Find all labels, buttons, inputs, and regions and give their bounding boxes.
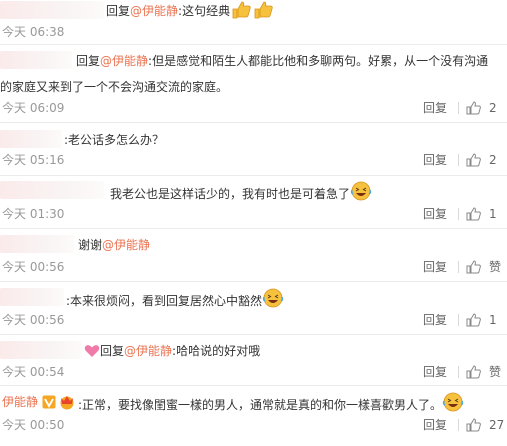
reply-button[interactable]: 回复 bbox=[423, 205, 447, 223]
thumbs-up-emoji bbox=[230, 1, 252, 25]
reply-button[interactable]: 回复 bbox=[423, 311, 447, 329]
laughing-face-emoji bbox=[350, 181, 372, 207]
laughing-face-emoji bbox=[442, 392, 464, 418]
divider bbox=[458, 366, 459, 378]
divider bbox=[458, 154, 459, 166]
like-label: 赞 bbox=[489, 260, 502, 274]
comment-text: :老公话多怎么办？ bbox=[64, 133, 165, 147]
reply-button[interactable]: 回复 bbox=[423, 258, 447, 276]
comment-item: :老公话多怎么办？ 今天 05:16 回复 2 bbox=[0, 123, 507, 175]
reply-button[interactable]: 回复 bbox=[423, 416, 447, 434]
reply-prefix: 回复 bbox=[76, 54, 101, 68]
reply-prefix: 回复 bbox=[106, 4, 131, 18]
like-button[interactable]: 赞 bbox=[466, 363, 506, 381]
like-count: 1 bbox=[489, 313, 497, 327]
divider bbox=[458, 102, 459, 114]
comment-item: 回复@伊能静:这句经典 今天 06:38 bbox=[0, 0, 507, 42]
comment-text-continued: 的家庭又来到了一个不会沟通交流的家庭。 bbox=[0, 80, 229, 94]
mention-link[interactable]: @伊能静 bbox=[102, 238, 150, 252]
mention-link[interactable]: @伊能静 bbox=[100, 54, 148, 68]
like-count: 1 bbox=[489, 207, 497, 221]
divider bbox=[458, 208, 459, 220]
thumbs-up-emoji bbox=[252, 1, 274, 25]
comment-text: 谢谢 bbox=[78, 238, 103, 252]
author-name[interactable]: 伊能静 bbox=[2, 392, 38, 412]
comment-item: :本来很烦闷，看到回复居然心中豁然 今天 00:56 回复 1 bbox=[0, 282, 507, 334]
like-count: 27 bbox=[489, 418, 505, 432]
like-button[interactable]: 27 bbox=[466, 416, 506, 434]
blurred-username bbox=[0, 1, 104, 19]
like-count: 2 bbox=[489, 101, 497, 115]
like-label: 赞 bbox=[489, 365, 502, 379]
thumbs-up-icon bbox=[466, 207, 481, 221]
blurred-username bbox=[0, 235, 74, 253]
blurred-username bbox=[0, 51, 72, 69]
comment-text: :哈哈说的好对哦 bbox=[172, 344, 261, 358]
comment-time: 今天 00:54 bbox=[2, 365, 65, 379]
divider bbox=[458, 419, 459, 431]
comment-item: 回复@伊能静:但是感觉和陌生人都能比他和多聊两句。好累，从一个没有沟通 的家庭又… bbox=[0, 45, 507, 122]
blurred-username bbox=[0, 130, 62, 148]
thumbs-up-icon bbox=[466, 101, 481, 115]
comment-time: 今天 05:16 bbox=[2, 153, 65, 167]
comment-time: 今天 00:56 bbox=[2, 313, 65, 327]
blurred-username bbox=[0, 181, 104, 199]
like-button[interactable]: 1 bbox=[466, 205, 506, 223]
vip-crown-icon bbox=[58, 394, 76, 416]
comment-time: 今天 01:30 bbox=[2, 207, 65, 221]
reply-button[interactable]: 回复 bbox=[423, 151, 447, 169]
mention-link[interactable]: @伊能静 bbox=[124, 344, 172, 358]
comment-time: 今天 06:38 bbox=[2, 25, 65, 39]
comment-item: 我老公也是这样话少的，我有时也是可着急了 今天 01:30 回复 1 bbox=[0, 176, 507, 228]
verified-v-badge-icon bbox=[42, 395, 56, 415]
comment-item: 伊能静 :正常，要找像閨蜜一樣的男人，通常就是真的和你一樣喜歡男人了。 今天 0… bbox=[0, 386, 507, 446]
comment-time: 今天 06:09 bbox=[2, 101, 65, 115]
like-button[interactable]: 赞 bbox=[466, 258, 506, 276]
like-count: 2 bbox=[489, 153, 497, 167]
thumbs-up-icon bbox=[466, 260, 481, 274]
like-button[interactable]: 2 bbox=[466, 151, 506, 169]
thumbs-up-icon bbox=[466, 418, 481, 432]
thumbs-up-icon bbox=[466, 365, 481, 379]
thumbs-up-icon bbox=[466, 153, 481, 167]
blurred-username bbox=[0, 341, 82, 359]
comment-text: :但是感觉和陌生人都能比他和多聊两句。好累，从一个没有沟通 bbox=[148, 54, 489, 68]
comment-text: :本来很烦闷，看到回复居然心中豁然 bbox=[66, 294, 263, 308]
heart-emoji bbox=[84, 344, 100, 364]
divider bbox=[458, 261, 459, 273]
like-button[interactable]: 2 bbox=[466, 99, 506, 117]
reply-prefix: 回复 bbox=[100, 344, 125, 358]
comment-time: 今天 00:50 bbox=[2, 418, 65, 432]
divider bbox=[458, 314, 459, 326]
thumbs-up-icon bbox=[466, 313, 481, 327]
comment-text: 我老公也是这样话少的，我有时也是可着急了 bbox=[110, 187, 351, 201]
comment-time: 今天 00:56 bbox=[2, 260, 65, 274]
mention-link[interactable]: @伊能静 bbox=[130, 4, 178, 18]
reply-button[interactable]: 回复 bbox=[423, 99, 447, 117]
blurred-username bbox=[0, 288, 64, 306]
comment-text: :这句经典 bbox=[178, 4, 231, 18]
comment-item: 谢谢@伊能静 今天 00:56 回复 赞 bbox=[0, 229, 507, 281]
comment-item: 回复@伊能静:哈哈说的好对哦 今天 00:54 回复 赞 bbox=[0, 335, 507, 385]
comment-text: :正常，要找像閨蜜一樣的男人，通常就是真的和你一樣喜歡男人了。 bbox=[78, 398, 443, 412]
like-button[interactable]: 1 bbox=[466, 311, 506, 329]
reply-button[interactable]: 回复 bbox=[423, 363, 447, 381]
